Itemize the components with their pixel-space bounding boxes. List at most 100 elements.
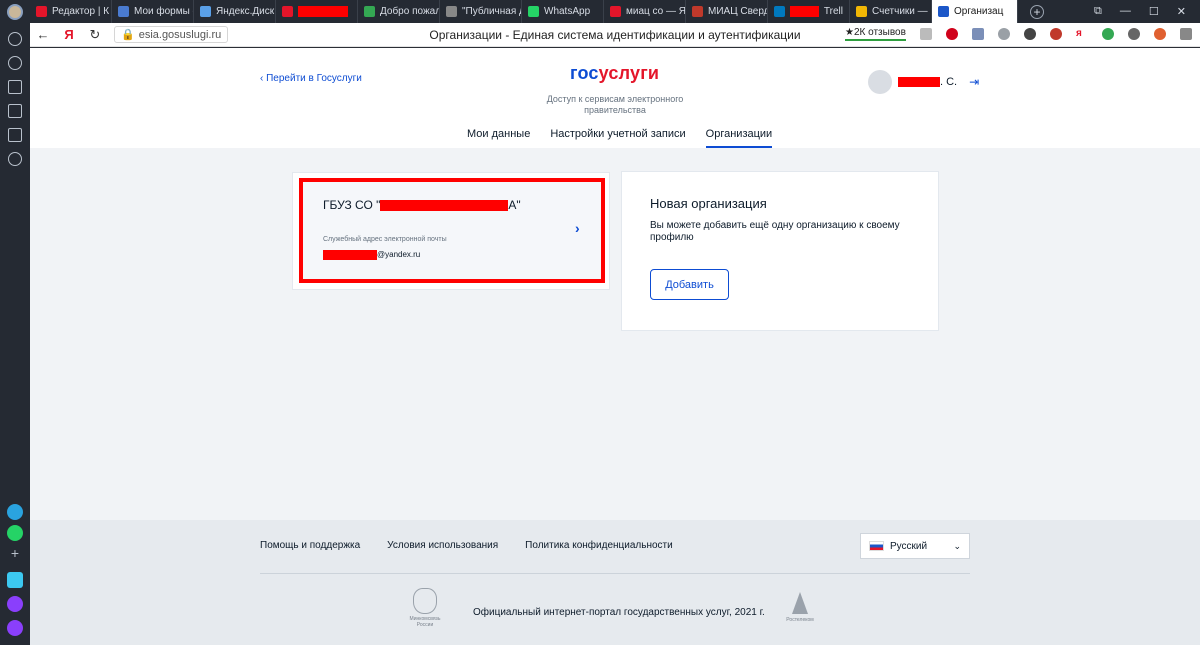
protect-icon[interactable]: [1102, 28, 1114, 40]
tab-label: Яндекс.Диск: [216, 6, 275, 17]
tab-favicon-icon: [856, 6, 867, 17]
profile-avatar-icon[interactable]: [0, 0, 30, 23]
history-icon[interactable]: [8, 56, 22, 70]
footer-link[interactable]: Условия использования: [387, 540, 498, 551]
redacted-org-name: [380, 200, 509, 212]
yandex-logo-icon[interactable]: Я: [56, 27, 82, 42]
avatar[interactable]: [868, 70, 892, 94]
close-icon[interactable]: ✕: [1177, 5, 1186, 18]
footer-links: Помощь и поддержка Условия использования П…: [260, 540, 673, 551]
extension-icon[interactable]: [998, 28, 1010, 40]
tab-label: WhatsApp: [544, 6, 591, 17]
maximize-icon[interactable]: ☐: [1149, 5, 1159, 18]
tab-label: "Публичная д: [462, 6, 522, 17]
browser-tab[interactable]: Счетчики — Я: [850, 0, 932, 23]
tab-favicon-icon: [610, 6, 621, 17]
reviews-badge[interactable]: ★2К отзывов: [845, 27, 906, 41]
nav-tab[interactable]: Организации: [705, 128, 773, 148]
notifications-icon[interactable]: [8, 32, 22, 46]
rostelecom-caption: Ростелеком: [786, 617, 814, 623]
browser-tab[interactable]: Яндекс.Диск: [194, 0, 276, 23]
language-select[interactable]: Русский ⌄: [860, 533, 970, 559]
extension-icon[interactable]: [972, 28, 984, 40]
minimize-icon[interactable]: —: [1120, 5, 1131, 18]
footer-link[interactable]: Помощь и поддержка: [260, 540, 360, 551]
extension-icon[interactable]: [1050, 28, 1062, 40]
official-portal-text: Официальный интернет-портал государствен…: [473, 607, 765, 618]
browser-sidebar: +: [0, 23, 30, 645]
browser-tab[interactable]: Мои формы с: [112, 0, 194, 23]
redacted-email: [323, 250, 377, 260]
tab-favicon-icon: [36, 6, 47, 17]
ministry-emblem[interactable]: Минкомсвязь России: [408, 588, 442, 628]
browser-tab[interactable]: Trell: [768, 0, 850, 23]
add-app-icon[interactable]: +: [7, 546, 23, 562]
browser-tab-bar: Редактор | К Мои формы с Яндекс.Диск Добро …: [0, 0, 1200, 23]
footer-divider: [260, 573, 970, 574]
tab-favicon-icon: [446, 6, 457, 17]
send-app-icon[interactable]: [7, 572, 23, 588]
tab-label: Организац: [954, 6, 1004, 17]
lock-icon: 🔒: [121, 29, 135, 41]
extension-icon[interactable]: [1154, 28, 1166, 40]
tab-favicon-icon: [200, 6, 211, 17]
browser-tab[interactable]: Добро пожал: [358, 0, 440, 23]
bookmark-icon[interactable]: [920, 28, 932, 40]
logout-icon[interactable]: ⇥: [969, 75, 979, 89]
nav-tab[interactable]: Настройки учетной записи: [550, 128, 685, 148]
organization-name: ГБУЗ СО " А": [323, 198, 521, 212]
user-menu[interactable]: . С. ⇥: [868, 70, 979, 94]
reload-icon[interactable]: ↻: [82, 27, 108, 43]
extensions: я: [920, 28, 1200, 40]
back-to-gosuslugi-link[interactable]: ‹ Перейти в Госуслуги: [260, 73, 362, 84]
tab-favicon-icon: [938, 6, 949, 17]
account-nav: Мои данные Настройки учетной записи Органи…: [467, 128, 773, 148]
tab-label: МИАЦ Сверд: [708, 6, 768, 17]
new-tab-button[interactable]: +: [1030, 4, 1044, 19]
emblem-caption: Минкомсвязь России: [409, 616, 441, 628]
browser-tab[interactable]: Редактор | К: [30, 0, 112, 23]
back-link-label: Перейти в Госуслуги: [266, 73, 362, 84]
browser-tab[interactable]: миац со — Я: [604, 0, 686, 23]
favorites-icon[interactable]: [8, 80, 22, 94]
gosuslugi-logo[interactable]: госуслуги: [570, 63, 659, 84]
browser-tab[interactable]: Организац: [932, 0, 1018, 23]
telegram-icon[interactable]: [7, 504, 23, 520]
tab-favicon-icon: [774, 6, 785, 17]
browser-tab[interactable]: "Публичная д: [440, 0, 522, 23]
browser-tab[interactable]: МИАЦ Сверд: [686, 0, 768, 23]
redacted-tab-title: [790, 6, 819, 17]
org-email: @yandex.ru: [323, 250, 420, 260]
rostelecom-logo[interactable]: Ростелеком: [783, 592, 817, 623]
collections-icon[interactable]: [8, 104, 22, 118]
assistant-icon[interactable]: [7, 620, 23, 636]
extension-icon[interactable]: [1024, 28, 1036, 40]
tab-favicon-icon: [282, 6, 293, 17]
whatsapp-icon[interactable]: [7, 525, 23, 541]
url-field[interactable]: 🔒 esia.gosuslugi.ru: [114, 26, 229, 43]
rostelecom-icon: [792, 592, 808, 614]
organization-card[interactable]: ГБУЗ СО " А" Служебный адрес электронной …: [292, 172, 610, 290]
footer-link[interactable]: Политика конфиденциальности: [525, 540, 673, 551]
redacted-tab-title: [298, 6, 348, 17]
back-arrow-icon[interactable]: ←: [30, 27, 56, 42]
tab-label: Trell: [823, 6, 843, 17]
tab-label: миац со — Я: [626, 6, 686, 17]
notes-icon[interactable]: [8, 128, 22, 142]
browser-tab[interactable]: [276, 0, 358, 23]
window-controls: ⧉ — ☐ ✕: [1094, 5, 1200, 18]
extension-icon[interactable]: [1128, 28, 1140, 40]
address-bar: ← Я ↻ 🔒 esia.gosuslugi.ru Организации - …: [30, 23, 1200, 47]
alice-icon[interactable]: [7, 596, 23, 612]
bookmarks-icon[interactable]: ⧉: [1094, 5, 1102, 18]
yandex-extension-icon[interactable]: я: [1076, 28, 1088, 40]
chevron-right-icon[interactable]: ›: [575, 220, 580, 236]
adblock-icon[interactable]: [946, 28, 958, 40]
site-footer: Помощь и поддержка Условия использования П…: [30, 520, 1200, 645]
browser-tab[interactable]: WhatsApp: [522, 0, 604, 23]
add-organization-button[interactable]: Добавить: [650, 269, 729, 300]
tab-favicon-icon: [364, 6, 375, 17]
media-icon[interactable]: [8, 152, 22, 166]
nav-tab[interactable]: Мои данные: [467, 128, 530, 148]
screenshot-icon[interactable]: [1180, 28, 1192, 40]
